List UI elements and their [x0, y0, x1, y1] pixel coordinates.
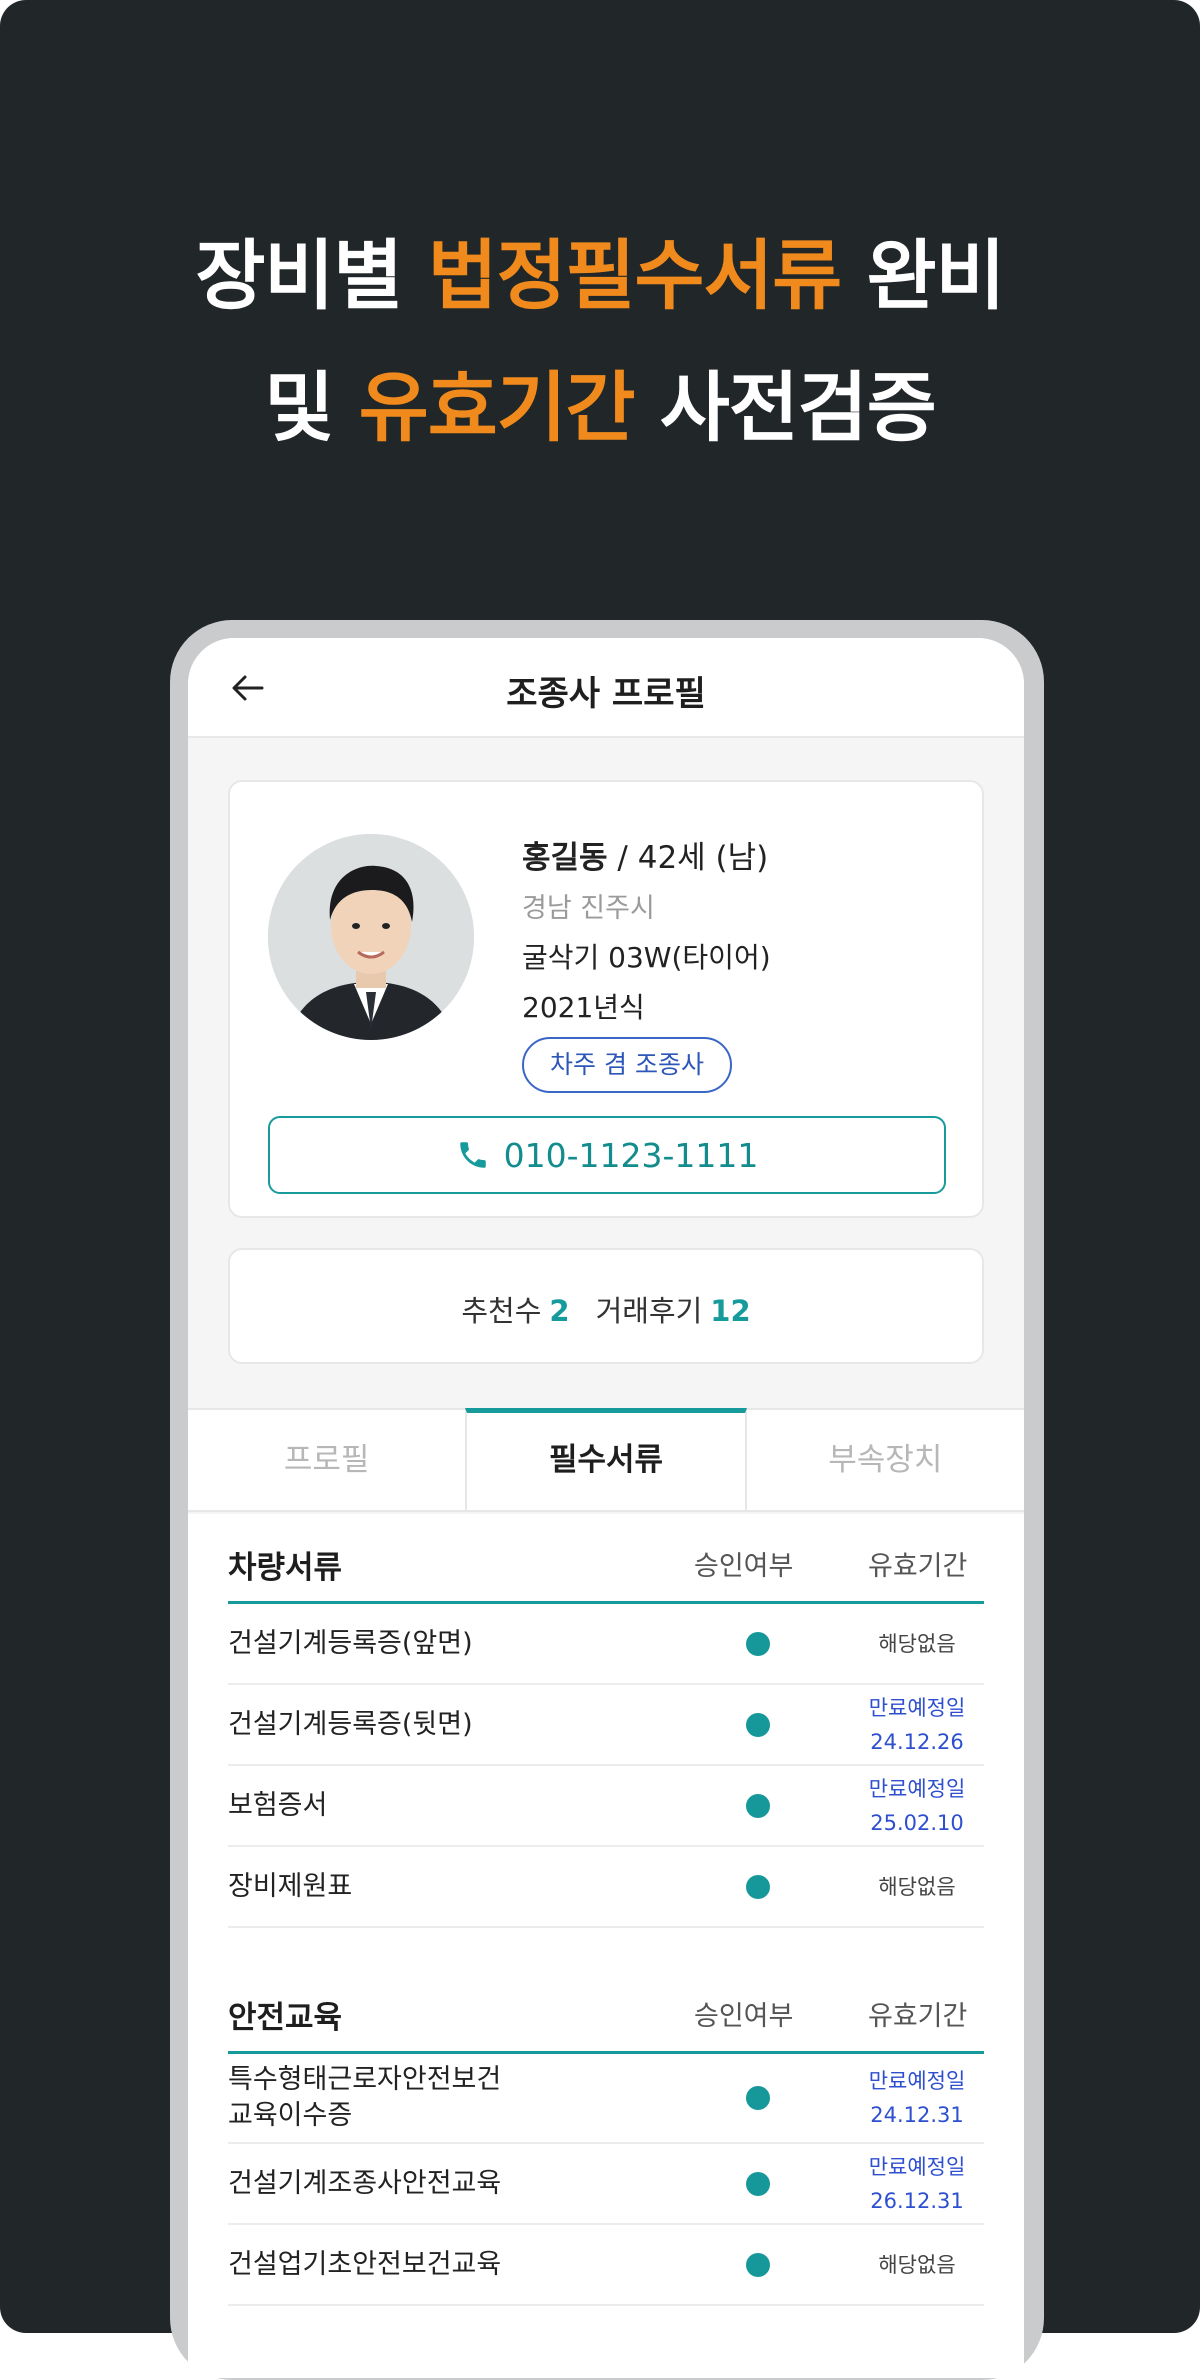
document-name-line: 특수형태근로자안전보건 [228, 2064, 502, 2095]
table-row[interactable]: 보험증서 만료예정일 25.02.10 [228, 1766, 984, 1847]
profile-card: 홍길동 / 42세 (남) 경남 진주시 굴삭기 03W(타이어) 2021년식… [228, 780, 984, 1218]
validity-column-header: 유효기간 [868, 1551, 968, 1582]
stats-card: 추천수 2 거래후기 12 [228, 1248, 984, 1364]
expiry-date: 24.12.26 [870, 1729, 964, 1754]
headline-highlight: 법정필수서류 [427, 231, 843, 320]
validity-value: 만료예정일 24.12.31 [850, 2064, 984, 2132]
headline-text: 사전검증 [634, 363, 937, 452]
avatar [268, 834, 474, 1040]
approved-status-dot [746, 1631, 770, 1656]
reviews-count: 12 [710, 1294, 751, 1328]
headline-text: 장비별 [195, 231, 428, 320]
approved-status-dot [746, 2171, 770, 2196]
role-badge: 차주 겸 조종사 [522, 1037, 732, 1093]
approved-status-dot [746, 1793, 770, 1818]
section-title: 차량서류 [228, 1550, 343, 1586]
document-name: 특수형태근로자안전보건교육이수증 [228, 2062, 501, 2134]
operator-name: 홍길동 [522, 840, 608, 876]
headline-text: 및 [264, 363, 359, 452]
tab-required-documents[interactable]: 필수서류 [465, 1408, 747, 1510]
document-name-line: 교육이수증 [228, 2100, 353, 2131]
table-row[interactable]: 특수형태근로자안전보건교육이수증 만료예정일 24.12.31 [228, 2054, 984, 2144]
section-header: 안전교육 승인여부 유효기간 [228, 1964, 984, 2054]
stats-line: 추천수 2 거래후기 12 [230, 1288, 982, 1330]
validity-value: 해당없음 [850, 2248, 984, 2282]
expiry-date: 25.02.10 [870, 1810, 964, 1835]
name-line: 홍길동 / 42세 (남) [522, 832, 768, 877]
validity-text: 해당없음 [878, 1874, 956, 1899]
table-row[interactable]: 장비제원표 해당없음 [228, 1847, 984, 1928]
app-bar: 조종사 프로필 [188, 638, 1024, 738]
reviews-label: 거래후기 [595, 1294, 703, 1328]
validity-value: 만료예정일 26.12.31 [850, 2150, 984, 2218]
document-name: 건설기계조종사안전교육 [228, 2167, 502, 2199]
validity-value: 만료예정일 24.12.26 [850, 1691, 984, 1759]
validity-text: 해당없음 [878, 1631, 956, 1656]
headline-line-1: 장비별 법정필수서류 완비 [0, 210, 1200, 342]
app-screen: 조종사 프로필 홍길동 / 42세 (남) 경남 진주시 굴삭기 03W(타이어… [188, 638, 1024, 2378]
page-title: 조종사 프로필 [506, 674, 706, 714]
document-name: 장비제원표 [228, 1870, 353, 1902]
table-row[interactable]: 건설업기초안전보건교육 해당없음 [228, 2225, 984, 2306]
equipment-model: 굴삭기 03W(타이어) [522, 941, 771, 974]
safety-education-section: 안전교육 승인여부 유효기간 특수형태근로자안전보건교육이수증 만료예정일 24.… [228, 1964, 984, 2306]
validity-column-header: 유효기간 [868, 2001, 968, 2032]
equipment-year: 2021년식 [522, 991, 645, 1024]
table-row[interactable]: 건설기계등록증(앞면) 해당없음 [228, 1604, 984, 1685]
expiry-date: 26.12.31 [870, 2188, 964, 2213]
headline-highlight: 유효기간 [358, 363, 636, 452]
region: 경남 진주시 [522, 893, 655, 924]
tab-profile[interactable]: 프로필 [188, 1408, 466, 1510]
document-name: 건설업기초안전보건교육 [228, 2248, 502, 2280]
document-name: 보험증서 [228, 1789, 328, 1821]
headline: 장비별 법정필수서류 완비 및 유효기간 사전검증 [0, 210, 1200, 474]
approval-column-header: 승인여부 [694, 1551, 794, 1582]
tab-attachments[interactable]: 부속장치 [746, 1408, 1024, 1510]
validity-text: 만료예정일 [868, 2154, 966, 2179]
approved-status-dot [746, 2086, 770, 2110]
headline-text: 완비 [841, 231, 1006, 320]
table-row[interactable]: 건설기계조종사안전교육 만료예정일 26.12.31 [228, 2144, 984, 2225]
recommend-count: 2 [549, 1294, 570, 1328]
phone-number: 010-1123-1111 [503, 1135, 759, 1175]
validity-value: 만료예정일 25.02.10 [850, 1772, 984, 1840]
documents-panel: 차량서류 승인여부 유효기간 건설기계등록증(앞면) 해당없음 건설기계등록증(… [188, 1514, 1024, 2378]
recommend-label: 추천수 [461, 1294, 542, 1328]
call-button[interactable]: 010-1123-1111 [268, 1116, 946, 1194]
expiry-date: 24.12.31 [870, 2103, 964, 2127]
table-row[interactable]: 건설기계등록증(뒷면) 만료예정일 24.12.26 [228, 1685, 984, 1766]
approved-status-dot [746, 2252, 770, 2277]
age-gender: / 42세 (남) [607, 840, 769, 876]
phone-icon [459, 1142, 486, 1168]
validity-value: 해당없음 [850, 1627, 984, 1661]
approved-status-dot [746, 1874, 770, 1899]
validity-value: 해당없음 [850, 1870, 984, 1904]
validity-text: 만료예정일 [868, 2069, 966, 2093]
document-name: 건설기계등록증(앞면) [228, 1627, 473, 1659]
approved-status-dot [746, 1712, 770, 1737]
avatar-photo [268, 834, 474, 1040]
document-name: 건설기계등록증(뒷면) [228, 1708, 473, 1740]
section-header: 차량서류 승인여부 유효기간 [228, 1514, 984, 1604]
validity-text: 만료예정일 [868, 1695, 966, 1720]
vehicle-documents-section: 차량서류 승인여부 유효기간 건설기계등록증(앞면) 해당없음 건설기계등록증(… [228, 1514, 984, 1928]
approval-column-header: 승인여부 [694, 2001, 794, 2032]
tab-bar: 프로필 필수서류 부속장치 [188, 1408, 1024, 1512]
validity-text: 만료예정일 [868, 1776, 966, 1801]
headline-line-2: 및 유효기간 사전검증 [0, 342, 1200, 474]
section-title: 안전교육 [228, 2000, 343, 2036]
validity-text: 해당없음 [878, 2252, 956, 2277]
